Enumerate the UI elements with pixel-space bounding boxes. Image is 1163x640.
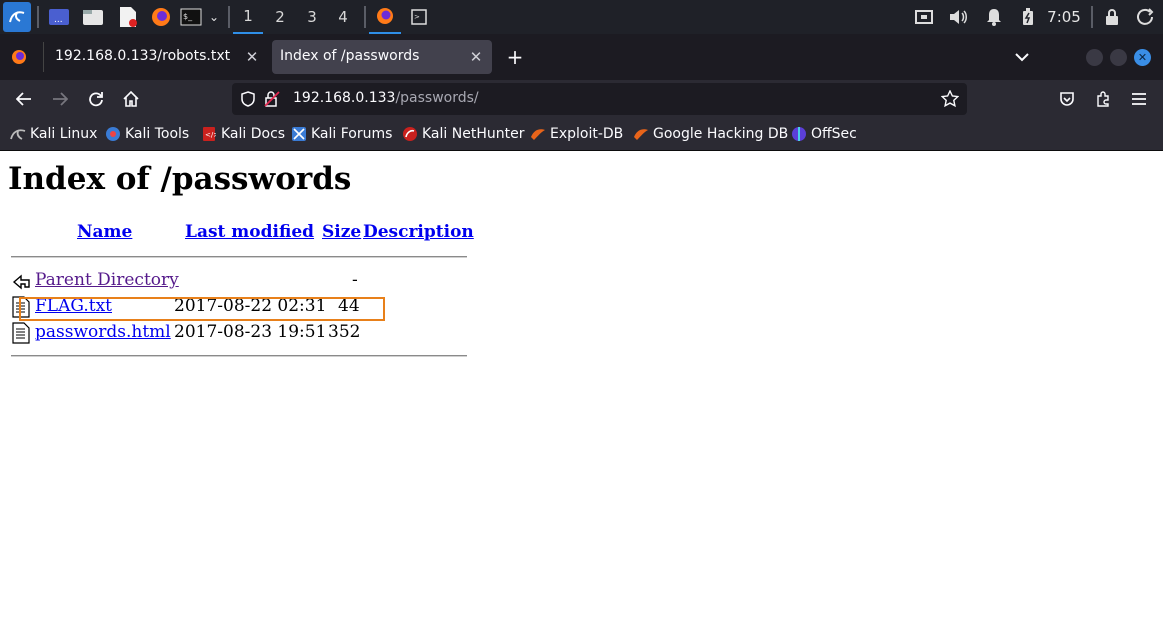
maximize-button[interactable]: [1110, 49, 1127, 66]
kali-dragon-icon: [10, 126, 26, 142]
new-tab-button[interactable]: +: [503, 45, 527, 69]
terminal-task-icon[interactable]: >: [407, 6, 431, 28]
column-header-modified[interactable]: Last modified: [185, 222, 314, 242]
passwords-html-link[interactable]: passwords.html: [35, 321, 171, 343]
table-row: passwords.html 2017-08-23 19:51 352: [0, 321, 480, 345]
bookmark-offsec[interactable]: OffSec: [791, 126, 857, 142]
parent-directory-link[interactable]: Parent Directory: [35, 269, 179, 291]
workspace-4[interactable]: 4: [328, 0, 358, 34]
exploit-db-icon: [530, 126, 546, 142]
bookmark-exploit-db[interactable]: Exploit-DB: [530, 126, 623, 142]
bookmark-label: Kali NetHunter: [422, 126, 525, 142]
column-header-name[interactable]: Name: [77, 222, 132, 242]
modified-value: 2017-08-23 19:51: [174, 322, 327, 342]
bookmark-kali-nethunter[interactable]: Kali NetHunter: [402, 126, 524, 142]
volume-icon[interactable]: [947, 7, 969, 27]
close-icon[interactable]: ✕: [244, 49, 260, 65]
clock[interactable]: 7:05: [1044, 0, 1084, 34]
url-bar[interactable]: 192.168.0.133/passwords/: [232, 83, 967, 115]
table-row: Parent Directory -: [0, 269, 480, 293]
nav-toolbar: 192.168.0.133/passwords/: [0, 80, 1163, 118]
bell-icon[interactable]: [983, 7, 1005, 27]
url-path: /passwords/: [395, 90, 479, 106]
battery-icon[interactable]: [1017, 7, 1039, 27]
text-editor-icon[interactable]: [116, 6, 140, 28]
star-icon[interactable]: [938, 87, 962, 111]
shield-icon[interactable]: [236, 87, 260, 111]
ghdb-icon: [633, 126, 649, 142]
tab-passwords[interactable]: Index of /passwords ✕: [272, 40, 492, 74]
tab-label: Index of /passwords: [280, 48, 420, 64]
lock-icon[interactable]: [1101, 7, 1123, 27]
firefox-view-icon[interactable]: [6, 46, 32, 68]
power-icon[interactable]: [1135, 7, 1157, 27]
page-title: Index of /passwords: [8, 161, 352, 197]
column-header-size[interactable]: Size: [322, 222, 361, 242]
file-manager-icon[interactable]: [81, 7, 105, 27]
close-window-button[interactable]: ✕: [1134, 49, 1151, 66]
offsec-icon: [791, 126, 807, 142]
size-value: 352: [328, 322, 361, 342]
size-value: -: [352, 270, 358, 290]
svg-text:...: ...: [54, 15, 63, 25]
minimize-button[interactable]: [1086, 49, 1103, 66]
desktop-icon[interactable]: ...: [47, 7, 71, 27]
svg-text:$_: $_: [183, 12, 193, 21]
kali-forums-icon: [291, 126, 307, 142]
taskbar: ... $_ ⌄ 1 2 3 4 > 7:05: [0, 0, 1163, 34]
bookmarks-toolbar: Kali Linux Kali Tools </> Kali Docs Kali…: [0, 118, 1163, 151]
kali-menu-icon[interactable]: [3, 2, 31, 32]
tab-strip: 192.168.0.133/robots.txt ✕ Index of /pas…: [0, 34, 1163, 80]
firefox-icon[interactable]: [149, 6, 173, 28]
nethunter-icon: [402, 126, 418, 142]
tab-list-chevron-icon[interactable]: [1010, 45, 1034, 69]
insecure-lock-icon[interactable]: [260, 87, 284, 111]
bookmark-label: Kali Forums: [311, 126, 393, 142]
tab-label: 192.168.0.133/robots.txt: [55, 48, 231, 64]
url-host: 192.168.0.133: [293, 90, 396, 106]
bookmark-label: OffSec: [811, 126, 857, 142]
svg-text:</>: </>: [205, 131, 216, 139]
svg-text:>: >: [414, 13, 420, 21]
bookmark-label: Kali Docs: [221, 126, 286, 142]
bookmark-kali-forums[interactable]: Kali Forums: [291, 126, 392, 142]
url-text[interactable]: 192.168.0.133/passwords/: [293, 90, 479, 106]
home-button[interactable]: [119, 87, 143, 111]
pocket-icon[interactable]: [1055, 87, 1079, 111]
network-icon[interactable]: [913, 7, 935, 27]
reload-button[interactable]: [84, 87, 108, 111]
kali-tools-icon: [105, 126, 121, 142]
bookmark-kali-tools[interactable]: Kali Tools: [105, 126, 189, 142]
back-icon: [11, 270, 31, 292]
extensions-icon[interactable]: [1091, 87, 1115, 111]
bookmark-kali-linux[interactable]: Kali Linux: [10, 126, 97, 142]
divider: [11, 256, 467, 258]
column-header-description[interactable]: Description: [363, 222, 474, 242]
firefox-task-icon[interactable]: [369, 0, 401, 34]
highlight-box: [19, 297, 385, 321]
workspace-3[interactable]: 3: [297, 0, 327, 34]
text-file-icon: [11, 322, 31, 344]
chevron-down-icon[interactable]: ⌄: [206, 8, 222, 26]
bookmark-label: Kali Tools: [125, 126, 190, 142]
page-content: Index of /passwords Name Last modified S…: [0, 151, 1163, 640]
forward-button[interactable]: [48, 87, 72, 111]
back-button[interactable]: [12, 87, 36, 111]
menu-icon[interactable]: [1127, 87, 1151, 111]
bookmark-kali-docs[interactable]: </> Kali Docs: [201, 126, 285, 142]
bookmark-label: Kali Linux: [30, 126, 98, 142]
close-icon[interactable]: ✕: [468, 49, 484, 65]
bookmark-label: Exploit-DB: [550, 126, 624, 142]
terminal-icon[interactable]: $_: [179, 7, 203, 27]
tab-robots[interactable]: 192.168.0.133/robots.txt ✕: [44, 40, 268, 74]
kali-docs-icon: </>: [201, 126, 217, 142]
divider: [11, 355, 467, 357]
workspace-1[interactable]: 1: [233, 0, 263, 34]
bookmark-google-hacking-db[interactable]: Google Hacking DB: [633, 126, 788, 142]
workspace-2[interactable]: 2: [265, 0, 295, 34]
bookmark-label: Google Hacking DB: [653, 126, 789, 142]
